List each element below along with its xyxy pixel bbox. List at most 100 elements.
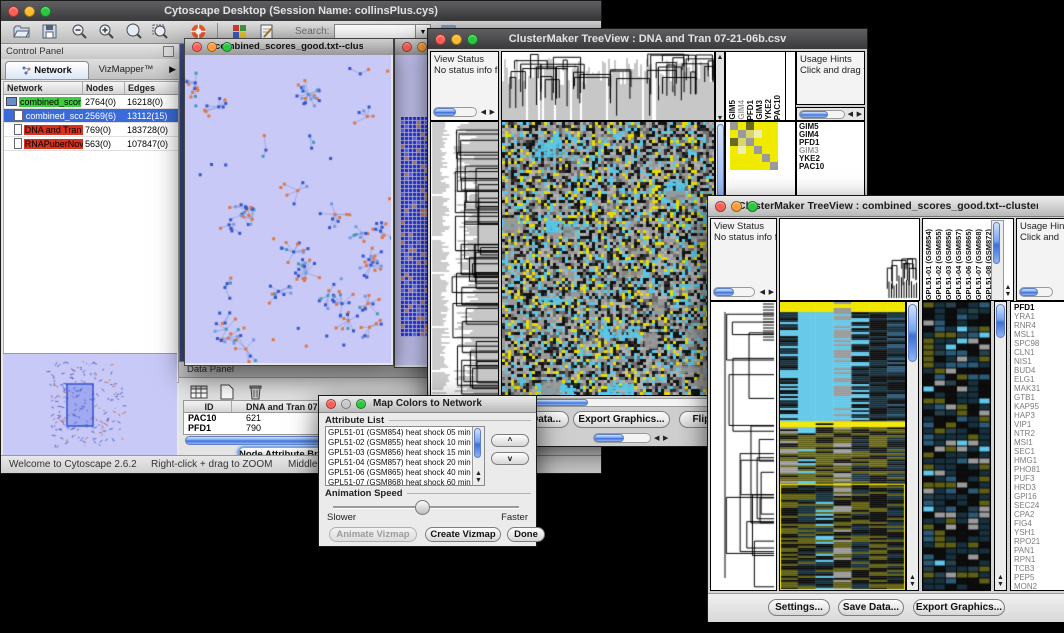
dialog-titlebar[interactable]: Map Colors to Network xyxy=(319,396,536,413)
done-button[interactable]: Done xyxy=(507,527,545,542)
minimize-button[interactable] xyxy=(207,42,217,52)
tv2-save-data-button[interactable]: Save Data... xyxy=(838,599,904,616)
treeview2-titlebar[interactable]: ClusterMaker TreeView : combined_scores_… xyxy=(708,196,1064,217)
speed-slider-thumb[interactable] xyxy=(415,500,430,515)
tv2-column-label[interactable]: GPL51-04 (GSM857) xyxy=(954,229,964,300)
tv1-column-label[interactable]: PFD1 xyxy=(746,100,755,120)
scroll-left-icon[interactable]: ◀ xyxy=(760,289,765,296)
minimize-button[interactable] xyxy=(451,34,462,45)
tv2-gene-label[interactable]: MON2 xyxy=(1014,582,1064,591)
tv2-gene-label[interactable]: GTB1 xyxy=(1014,393,1064,402)
scroll-up-icon[interactable]: ▲ xyxy=(907,574,918,581)
tv2-column-label[interactable]: GPL51-01 (GSM854) xyxy=(924,229,934,300)
tv2-gene-label[interactable]: KAP95 xyxy=(1014,402,1064,411)
minimize-button[interactable] xyxy=(24,6,35,17)
tv1-column-label[interactable]: GIM3 xyxy=(755,100,764,120)
scroll-right-icon[interactable]: ▶ xyxy=(663,435,668,442)
tab-network[interactable]: Network xyxy=(5,61,89,79)
network-navigator[interactable] xyxy=(3,353,177,455)
attribute-select-icon[interactable] xyxy=(187,381,211,402)
attribute-item[interactable]: GPL51-04 (GSM857) heat shock 20 min xyxy=(328,458,484,468)
tv2-usage-scrollbar[interactable] xyxy=(1019,287,1053,297)
scroll-down-icon[interactable]: ▼ xyxy=(995,581,1006,588)
zoom-button[interactable] xyxy=(356,399,366,409)
tab-overflow-arrow[interactable]: ▶ xyxy=(169,64,176,75)
tv2-collabel-vscrollbar[interactable] xyxy=(991,220,1004,301)
network-row[interactable]: RNAPuberNov2+563(0)107847(0) xyxy=(4,137,178,151)
tv2-heatmap-vscrollbar[interactable]: ▲ ▼ xyxy=(906,301,919,591)
tv1-column-dendrogram[interactable] xyxy=(501,51,715,121)
main-titlebar[interactable]: Cytoscape Desktop (Session Name: collins… xyxy=(1,1,601,21)
close-button[interactable] xyxy=(326,399,336,409)
tv2-gene-label[interactable]: ELG1 xyxy=(1014,375,1064,384)
close-button[interactable] xyxy=(435,34,446,45)
tv2-gene-label[interactable]: GPI16 xyxy=(1014,492,1064,501)
tv1-status-scrollbar[interactable] xyxy=(433,107,477,117)
tv2-gene-label[interactable]: CLN1 xyxy=(1014,348,1064,357)
tv2-gene-label[interactable]: MSI1 xyxy=(1014,438,1064,447)
tv2-gene-label[interactable]: PFD1 xyxy=(1014,303,1064,312)
zoom-button[interactable] xyxy=(40,6,51,17)
scroll-down-icon[interactable]: ▼ xyxy=(1004,291,1012,298)
open-session-button[interactable] xyxy=(9,21,33,42)
search-input[interactable] xyxy=(334,24,418,39)
attribute-item[interactable]: GPL51-03 (GSM856) heat shock 15 min xyxy=(328,448,484,458)
tv2-gene-label[interactable]: RPN1 xyxy=(1014,555,1064,564)
close-button[interactable] xyxy=(192,42,202,52)
tab-vizmapper[interactable]: VizMapper™ xyxy=(89,61,163,78)
attribute-item[interactable]: GPL51-01 (GSM854) heat shock 05 min xyxy=(328,428,484,438)
attribute-item[interactable]: GPL51-02 (GSM855) heat shock 10 min xyxy=(328,438,484,448)
network-window-titlebar[interactable]: combined_scores_good.txt--cluste... xyxy=(185,39,393,55)
close-button[interactable] xyxy=(715,201,726,212)
tv2-gene-label[interactable]: HMG1 xyxy=(1014,456,1064,465)
scroll-left-icon[interactable]: ◀ xyxy=(848,111,853,118)
scroll-down-icon[interactable]: ▼ xyxy=(473,477,484,484)
tv2-column-label[interactable]: GPL51-02 (GSM855) xyxy=(934,229,944,300)
network-row[interactable]: DNA and Tran 07769(0)183728(0) xyxy=(4,123,178,137)
create-vizmap-button[interactable]: Create Vizmap xyxy=(425,527,501,542)
tv2-export-graphics-button[interactable]: Export Graphics... xyxy=(913,599,1005,616)
zoom-out-icon[interactable] xyxy=(67,21,91,42)
tv2-gene-label[interactable]: VIP1 xyxy=(1014,420,1064,429)
network-row[interactable]: combined_scores2764(0)16218(0) xyxy=(4,95,178,109)
treeview1-titlebar[interactable]: ClusterMaker TreeView : DNA and Tran 07-… xyxy=(428,29,867,49)
zoom-button[interactable] xyxy=(467,34,478,45)
close-button[interactable] xyxy=(402,42,412,52)
tv2-gene-label[interactable]: NTR2 xyxy=(1014,429,1064,438)
tv2-gene-label[interactable]: CPA2 xyxy=(1014,510,1064,519)
tv2-status-scrollbar[interactable] xyxy=(713,287,755,297)
tv1-column-label[interactable]: PAC10 xyxy=(773,95,782,120)
tv2-column-label[interactable]: GPL51-03 (GSM856) xyxy=(944,229,954,300)
tv1-row-dendrogram[interactable] xyxy=(430,121,499,396)
scroll-up-icon[interactable]: ▲ xyxy=(1004,284,1012,291)
tv2-gene-label[interactable]: HRD3 xyxy=(1014,483,1064,492)
delete-attribute-icon[interactable] xyxy=(243,381,267,402)
tv1-row-label[interactable]: PAC10 xyxy=(799,163,864,171)
tv1-column-label[interactable]: GIM5 xyxy=(728,100,737,120)
tv1-usage-scrollbar[interactable] xyxy=(799,110,845,119)
scroll-up-icon[interactable]: ▲ xyxy=(716,54,724,61)
close-button[interactable] xyxy=(8,6,19,17)
scroll-right-icon[interactable]: ▶ xyxy=(490,109,495,116)
minimize-button[interactable] xyxy=(417,42,427,52)
minimize-button[interactable] xyxy=(731,201,742,212)
tv2-zoom-heatmap[interactable] xyxy=(922,301,991,591)
network-table-header[interactable]: Network Nodes Edges xyxy=(4,82,178,95)
zoom-in-icon[interactable] xyxy=(94,21,118,42)
move-down-button[interactable]: v xyxy=(491,452,529,465)
tv1-heatmap[interactable] xyxy=(501,121,715,396)
tv2-gene-label[interactable]: SEC1 xyxy=(1014,447,1064,456)
zoom-button[interactable] xyxy=(747,201,758,212)
tv2-gene-label[interactable]: BUD4 xyxy=(1014,366,1064,375)
move-up-button[interactable]: ^ xyxy=(491,434,529,447)
tv2-gene-label[interactable]: MAK31 xyxy=(1014,384,1064,393)
float-panel-icon[interactable] xyxy=(163,46,174,57)
tv1-bottom-scrollbar[interactable] xyxy=(593,433,651,443)
tv1-column-label[interactable]: YKE2 xyxy=(764,99,773,120)
tv1-column-label[interactable]: GIM4 xyxy=(737,100,746,120)
tv2-gene-label[interactable]: RPO21 xyxy=(1014,537,1064,546)
scroll-up-icon[interactable]: ▲ xyxy=(473,470,484,477)
tv2-gene-label[interactable]: FIG4 xyxy=(1014,519,1064,528)
tv2-gene-label[interactable]: HAP3 xyxy=(1014,411,1064,420)
scroll-left-icon[interactable]: ◀ xyxy=(481,109,486,116)
